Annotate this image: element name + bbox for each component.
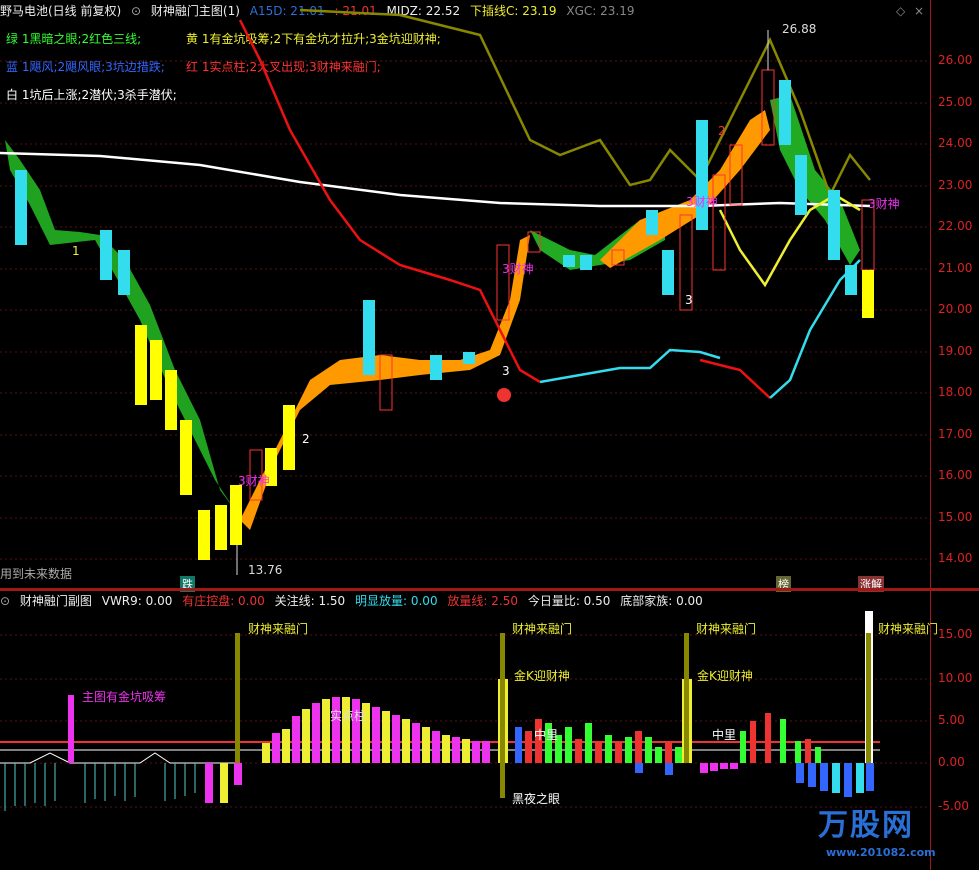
vwr9-value: VWR9: 0.00	[101, 594, 173, 608]
sub-label-jink-2: 金K迎财神	[697, 669, 753, 683]
price-tick: 19.00	[938, 344, 973, 358]
future-data-note: 用到未来数据	[0, 567, 73, 581]
cai-shen-label-4: 3财神	[868, 197, 900, 211]
sub-tick: 5.00	[938, 713, 965, 727]
sub-chart-canvas[interactable]	[0, 611, 930, 870]
sub-label-heiye: 黑夜之眼	[512, 792, 561, 806]
sub-label-caishen-4: 财神来融门	[878, 622, 939, 636]
watermark-url: www.201082.com	[826, 846, 936, 859]
orange-ribbon-2	[600, 110, 770, 268]
price-tick: 23.00	[938, 178, 973, 192]
green-ribbon	[5, 140, 235, 510]
sub-dropdown-icon[interactable]: ⊙	[0, 594, 10, 608]
orange-ribbon	[240, 235, 530, 530]
price-tick: 26.00	[938, 53, 973, 67]
num-label-3b: 3	[685, 293, 693, 307]
zhuang-value: 有庄控盘: 0.00	[182, 594, 265, 608]
price-tick: 21.00	[938, 261, 973, 275]
price-tick: 24.00	[938, 136, 973, 150]
high-price-label: 26.88	[782, 22, 817, 36]
sub-bars-pos	[262, 697, 490, 763]
sub-indicator-name[interactable]: 财神融门副图	[20, 594, 92, 608]
guanzhu-value: 关注线: 1.50	[274, 594, 346, 608]
cai-shen-label-1: 3财神	[238, 474, 270, 488]
watermark-logo: 万股网	[818, 808, 914, 843]
fangliang-value: 放量线: 2.50	[447, 594, 518, 608]
cai-shen-label-3: 3财神	[686, 195, 718, 209]
sub-tick: 15.00	[938, 627, 973, 641]
price-tick: 15.00	[938, 510, 973, 524]
sub-label-jink-1: 金K迎财神	[514, 669, 570, 683]
price-tick: 18.00	[938, 385, 973, 399]
sub-label-caishen-2: 财神来融门	[512, 622, 573, 636]
sub-tick: 10.00	[938, 671, 973, 685]
sub-tick: 0.00	[938, 755, 965, 769]
sub-label-shidian: 实点柱	[330, 709, 367, 723]
sub-label-zhongli-2: 中里	[712, 728, 737, 742]
price-axis-border	[930, 0, 931, 870]
num-label-2b: 2	[718, 124, 726, 138]
red-trend-line-2	[699, 358, 771, 399]
price-tick: 17.00	[938, 427, 973, 441]
price-tick: 16.00	[938, 468, 973, 482]
num-label-1: 1	[72, 244, 80, 258]
price-tick: 22.00	[938, 219, 973, 233]
sub-label-caishen-1: 财神来融门	[248, 622, 309, 636]
sub-label-zhutu: 主图有金坑吸筹	[82, 690, 167, 704]
price-tick: 20.00	[938, 302, 973, 316]
red-trend-line	[238, 19, 541, 384]
price-tick: 25.00	[938, 95, 973, 109]
num-label-3a: 3	[502, 364, 510, 378]
sub-tick: -5.00	[938, 799, 970, 813]
mingxian-value: 明显放量: 0.00	[355, 594, 438, 608]
main-chart-canvas[interactable]	[0, 0, 930, 588]
cyan-line	[539, 348, 721, 384]
sub-bars-neg	[4, 763, 196, 811]
red-ball-icon	[497, 388, 511, 402]
num-label-2a: 2	[302, 432, 310, 446]
sub-label-caishen-3: 财神来融门	[696, 622, 757, 636]
jinri-value: 今日量比: 0.50	[527, 594, 611, 608]
price-tick: 14.00	[938, 551, 973, 565]
dibu-value: 底部家族: 0.00	[620, 594, 703, 608]
low-price-label: 13.76	[248, 563, 283, 577]
sub-label-zhongli-1: 中里	[534, 728, 559, 742]
sub-chart-header: ⊙ 财神融门副图 VWR9: 0.00 有庄控盘: 0.00 关注线: 1.50…	[0, 591, 930, 611]
cai-shen-label-2: 3财神	[502, 262, 534, 276]
